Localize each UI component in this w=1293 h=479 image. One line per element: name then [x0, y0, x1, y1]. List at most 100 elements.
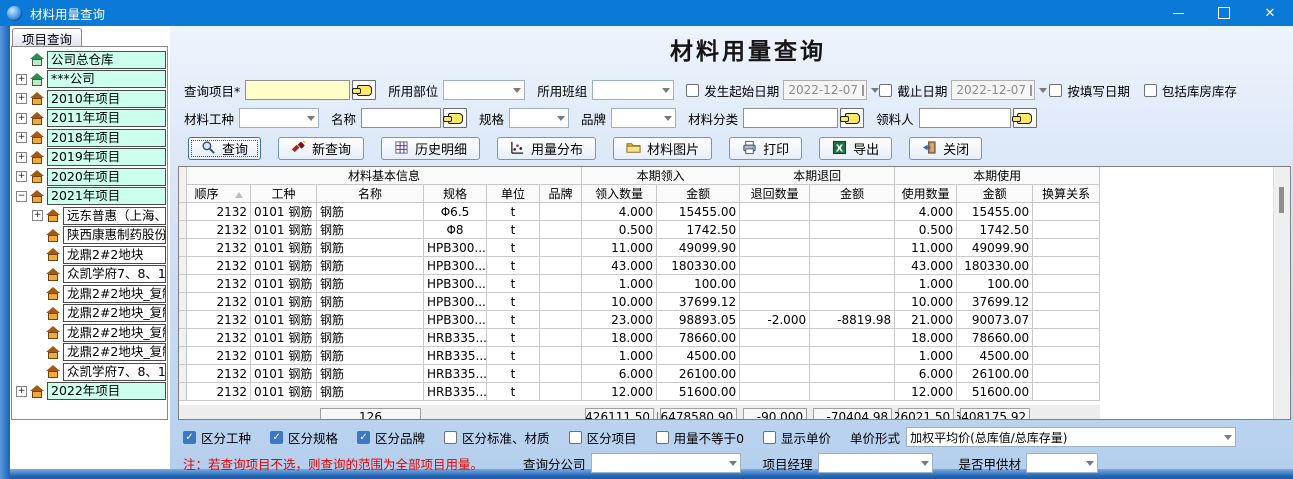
column-header[interactable]: 金额 [810, 185, 895, 203]
用量不等于0-checkbox[interactable] [656, 431, 669, 444]
start-date-picker[interactable]: 2022-12-07 [783, 80, 867, 100]
column-header[interactable]: 工种 [251, 185, 317, 203]
table-row[interactable]: 21320101 钢筋钢筋HRB335...t1.0004500.001.000… [179, 347, 1100, 365]
brand-select[interactable] [611, 108, 676, 128]
minimize-button[interactable] [1155, 0, 1201, 26]
row-selector[interactable] [179, 383, 187, 401]
column-header[interactable]: 名称 [317, 185, 424, 203]
expand-plus-icon[interactable]: + [16, 93, 27, 104]
tree-item[interactable]: 龙鼎2#2地块_复制 [12, 304, 167, 324]
row-selector[interactable] [179, 239, 187, 257]
tree-item[interactable]: 公司总仓库 [12, 50, 167, 70]
row-selector[interactable] [179, 221, 187, 239]
query-button[interactable]: 查询 [188, 137, 261, 160]
expand-plus-icon[interactable]: + [16, 386, 27, 397]
row-selector[interactable] [179, 311, 187, 329]
used-team-select[interactable] [592, 80, 674, 100]
end-date-picker[interactable]: 2022-12-07 [951, 80, 1035, 100]
tree-item[interactable]: +2020年项目 [12, 167, 167, 187]
export-button[interactable]: X导出 [819, 137, 892, 160]
row-selector[interactable] [179, 365, 187, 383]
picker-person-picker-button[interactable] [1013, 108, 1037, 128]
区分项目-checkbox[interactable] [569, 431, 582, 444]
row-selector[interactable] [179, 293, 187, 311]
expand-plus-icon[interactable]: + [32, 210, 43, 221]
query-project-picker-button[interactable] [352, 80, 376, 100]
usage-distribution-button[interactable]: 用量分布 [497, 137, 596, 160]
material-type-select[interactable] [239, 108, 319, 128]
区分工种-checkbox[interactable]: ✓ [183, 431, 196, 444]
by-fill-date-checkbox[interactable] [1049, 84, 1062, 97]
tree-item[interactable]: 众凯学府7、8、10 [12, 362, 167, 382]
branch-select[interactable] [591, 453, 741, 473]
tree-item[interactable]: 龙鼎2#2地块_复制 [12, 323, 167, 343]
expand-plus-icon[interactable]: + [16, 171, 27, 182]
tree-item[interactable]: +***公司 [12, 70, 167, 90]
table-row[interactable]: 21320101 钢筋钢筋HRB335...t18.00078660.0018.… [179, 329, 1100, 347]
区分规格-checkbox[interactable]: ✓ [270, 431, 283, 444]
manager-select[interactable] [818, 453, 933, 473]
name-input[interactable] [361, 108, 441, 128]
table-row[interactable]: 21320101 钢筋钢筋Φ6.5t4.00015455.004.0001545… [179, 203, 1100, 221]
table-row[interactable]: 21320101 钢筋钢筋Φ8t0.5001742.500.5001742.50 [179, 221, 1100, 239]
expand-plus-icon[interactable]: + [16, 152, 27, 163]
end-date-checkbox[interactable] [879, 84, 892, 97]
tree-item[interactable]: 陕西康惠制药股份 [12, 226, 167, 246]
row-selector[interactable] [179, 203, 187, 221]
new-query-button[interactable]: 新查询 [278, 137, 364, 160]
row-selector[interactable] [179, 329, 187, 347]
close-form-button[interactable]: 关闭 [909, 137, 982, 160]
picker-person-input[interactable] [919, 108, 1011, 128]
material-picture-button[interactable]: 材料图片 [613, 137, 712, 160]
tree-item[interactable]: +远东普惠（上海、 [12, 206, 167, 226]
expand-plus-icon[interactable]: + [16, 113, 27, 124]
tree-item[interactable]: +2018年项目 [12, 128, 167, 148]
table-row[interactable]: 21320101 钢筋钢筋HRB335...t6.00026100.006.00… [179, 365, 1100, 383]
column-header[interactable]: 退回数量 [740, 185, 810, 203]
owner-supply-select[interactable] [1026, 453, 1098, 473]
start-date-checkbox[interactable] [686, 84, 699, 97]
tree-item[interactable]: +2010年项目 [12, 89, 167, 109]
column-header[interactable]: 金额 [957, 185, 1033, 203]
column-header[interactable]: 规格 [424, 185, 487, 203]
column-header[interactable]: 换算关系 [1033, 185, 1100, 203]
column-header[interactable]: 领入数量 [582, 185, 657, 203]
table-row[interactable]: 21320101 钢筋钢筋HPB300...t1.000100.001.0001… [179, 275, 1100, 293]
column-header[interactable]: 使用数量 [895, 185, 957, 203]
column-header[interactable]: 单位 [487, 185, 540, 203]
tree-item[interactable]: +2019年项目 [12, 148, 167, 168]
query-project-input[interactable] [245, 80, 350, 100]
tree-item[interactable]: 龙鼎2#2地块 [12, 245, 167, 265]
区分品牌-checkbox[interactable]: ✓ [357, 431, 370, 444]
used-part-select[interactable] [443, 80, 525, 100]
scrollbar-thumb[interactable] [1279, 187, 1284, 213]
history-detail-button[interactable]: 历史明细 [381, 137, 480, 160]
column-header[interactable]: 金额 [657, 185, 740, 203]
row-selector[interactable] [179, 347, 187, 365]
tree-item[interactable]: 龙鼎2#2地块_复制 [12, 284, 167, 304]
row-selector[interactable] [179, 275, 187, 293]
include-warehouse-checkbox[interactable] [1144, 84, 1157, 97]
tree-item[interactable]: −2021年项目 [12, 187, 167, 207]
price-form-select[interactable]: 加权平均价(总库值/总库存量) [906, 427, 1236, 447]
tree-item[interactable]: +2011年项目 [12, 109, 167, 129]
区分标准、材质-checkbox[interactable] [444, 431, 457, 444]
row-selector[interactable] [179, 257, 187, 275]
close-button[interactable]: ✕ [1247, 0, 1293, 26]
name-picker-button[interactable] [443, 108, 467, 128]
column-header[interactable]: 顺序 [187, 185, 251, 203]
tree-item[interactable]: 龙鼎2#2地块_复制 [12, 343, 167, 363]
collapse-minus-icon[interactable]: − [16, 191, 27, 202]
spec-select[interactable] [509, 108, 569, 128]
print-button[interactable]: 打印 [729, 137, 802, 160]
tree-item[interactable]: +2022年项目 [12, 382, 167, 402]
expand-plus-icon[interactable]: + [16, 74, 27, 85]
tree-item[interactable]: 众凯学府7、8、10 [12, 265, 167, 285]
table-row[interactable]: 21320101 钢筋钢筋HRB335...t12.00051600.0012.… [179, 383, 1100, 401]
vertical-scrollbar[interactable] [1273, 167, 1290, 419]
category-input[interactable] [743, 108, 838, 128]
column-header[interactable]: 品牌 [540, 185, 582, 203]
expand-plus-icon[interactable]: + [16, 132, 27, 143]
category-picker-button[interactable] [840, 108, 864, 128]
maximize-button[interactable] [1201, 0, 1247, 26]
